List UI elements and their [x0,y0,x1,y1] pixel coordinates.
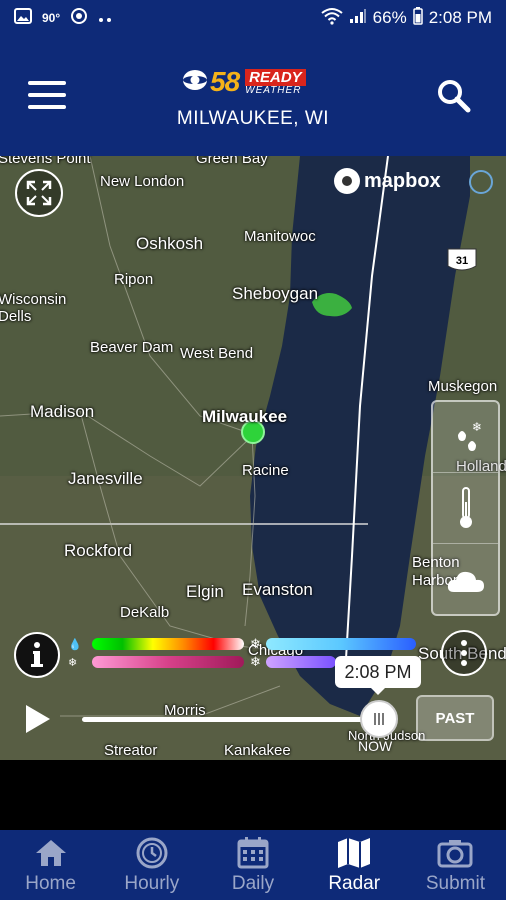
city-label: Janesville [68,469,143,488]
highway-shield-number: 31 [456,255,468,267]
search-icon [438,80,471,113]
city-label: DeKalb [120,604,170,621]
city-label: Evanston [242,580,313,599]
status-temperature: 90° [42,11,61,25]
city-label: Oshkosh [136,234,204,253]
timeline-track[interactable] [82,717,382,722]
cbs-eye-icon [182,67,208,98]
play-button[interactable] [26,705,50,733]
city-label: Madison [30,402,95,421]
nav-hourly[interactable]: Hourly [101,830,202,900]
city-label: Kankakee [224,742,291,759]
attribution-info-button[interactable] [469,170,493,194]
layer-clouds[interactable] [433,544,498,615]
battery-icon [412,6,423,30]
city-label: Elgin [186,582,224,601]
location-label: MILWAUKEE, WI [176,108,330,129]
radar-map[interactable]: 31 Stevens Point Green Bay New London Os… [0,156,506,760]
nav-daily-label: Daily [231,873,275,894]
channel-number: 58 [210,66,240,97]
clock-icon [136,837,168,869]
brand-bottom: WEATHER [245,84,302,96]
city-label: Rockford [64,541,133,560]
city-label: Sheboygan [232,284,319,303]
ice-legend-bar [266,656,336,668]
nav-radar[interactable]: Radar [304,830,405,900]
info-button[interactable] [14,632,60,678]
city-label: Ripon [114,271,154,288]
city-label: Milwaukee [202,407,288,426]
station-logo: 58 READY WEATHER [182,66,306,98]
now-label: NOW [358,738,393,754]
city-label: New London [100,173,185,190]
city-label: West Bend [180,345,254,362]
nav-submit-label: Submit [425,873,485,894]
city-label: Racine [242,462,289,479]
expand-icon [26,180,52,206]
map-icon [338,838,371,868]
sync-icon [70,7,88,30]
vertical-dots-icon [461,640,467,666]
nav-submit[interactable]: Submit [405,830,506,900]
city-label: Muskegon [428,378,498,395]
svg-text:❄: ❄ [472,420,482,434]
signal-icon [349,8,367,29]
fullscreen-button[interactable] [15,169,63,217]
nav-home-label: Home [25,873,76,894]
city-label: Green Bay [196,156,268,167]
nav-home[interactable]: Home [0,830,101,900]
layer-panel: ❄ [431,400,500,616]
city-label: Wisconsin Dells [0,291,67,325]
mix-legend-bar [92,656,244,668]
calendar-icon [237,837,269,869]
snow-legend-icon: ❄ [250,636,261,651]
city-label: Stevens Point [0,156,91,167]
more-dots-icon [98,8,112,28]
app-header: 58 READY WEATHER MILWAUKEE, WI [0,36,506,156]
timeline-time-bubble: 2:08 PM [335,656,421,695]
rain-legend-icon: 💧 [68,639,82,651]
menu-button[interactable] [28,81,66,109]
nav-radar-label: Radar [328,873,381,894]
mapbox-wordmark: mapbox [364,169,441,192]
home-icon [35,840,66,866]
wifi-icon [321,7,343,30]
city-label: Manitowoc [244,228,316,245]
battery-percent: 66% [372,8,407,27]
map-options-button[interactable] [441,630,487,676]
mix-legend-icon: ❄ [68,657,78,669]
city-label: Streator [104,742,158,759]
cloud-icon [447,571,484,592]
bottom-nav: Home Hourly Daily Radar Submit [0,830,506,900]
brand-top: READY [245,68,306,86]
nav-daily[interactable]: Daily [202,830,303,900]
search-button[interactable] [436,78,472,114]
nav-hourly-label: Hourly [124,873,180,894]
snow-legend-bar [266,638,416,650]
image-icon [14,7,32,29]
camera-icon [437,840,473,868]
status-bar: 90° 66% 2:08 PM [0,0,506,36]
past-button[interactable]: PAST [416,695,494,741]
thermometer-icon [459,487,472,528]
spacer [0,760,506,830]
ice-legend-icon: ❄ [250,654,261,669]
layer-temperature[interactable] [433,473,498,544]
rain-legend-bar [92,638,244,650]
precip-icon: ❄ [457,420,482,451]
mapbox-logo: mapbox [334,168,441,194]
info-icon [31,642,43,667]
status-time: 2:08 PM [428,8,492,27]
timeline-thumb[interactable] [360,700,398,738]
city-label: Beaver Dam [90,339,174,356]
hamburger-icon [28,81,66,85]
layer-precipitation[interactable]: ❄ [433,402,498,473]
mapbox-icon [334,168,360,194]
